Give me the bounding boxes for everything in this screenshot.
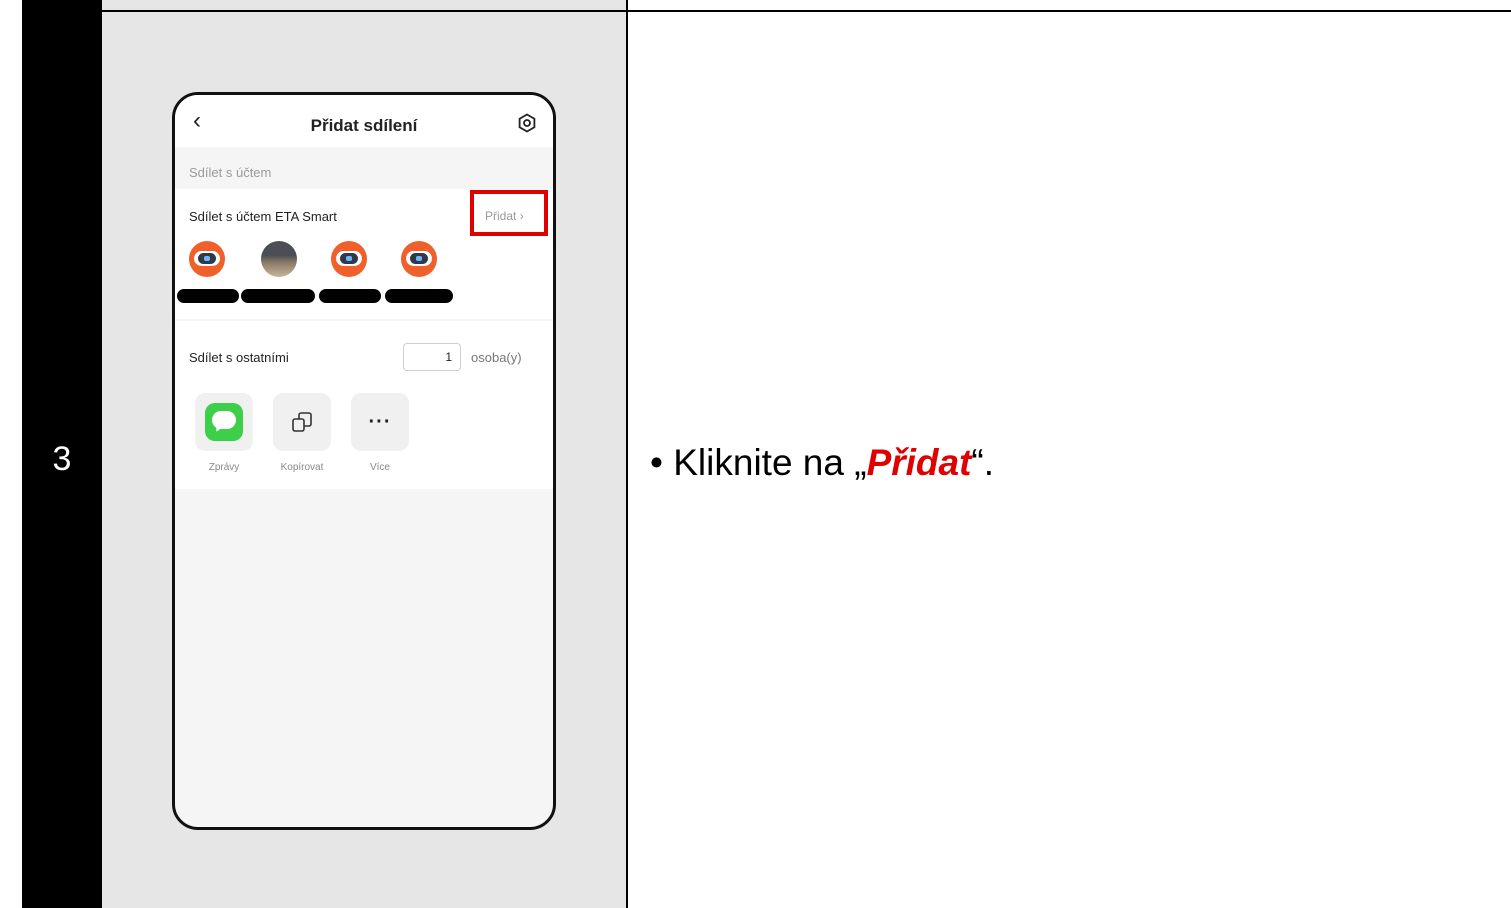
person-unit-label: osoba(y) bbox=[471, 350, 522, 365]
share-with-account-label: Sdílet s účtem ETA Smart bbox=[189, 209, 337, 224]
share-more-button[interactable]: ··· bbox=[351, 393, 409, 451]
share-with-others-card: Sdílet s ostatními 1 osoba(y) Zprávy Kop… bbox=[175, 321, 553, 489]
share-messages-button[interactable] bbox=[195, 393, 253, 451]
message-icon bbox=[205, 403, 243, 441]
avatar-robot-icon bbox=[401, 241, 437, 277]
bullet: • bbox=[650, 442, 663, 483]
redacted-name bbox=[319, 289, 381, 303]
instruction-suffix: “. bbox=[971, 442, 995, 483]
avatar-robot-icon bbox=[189, 241, 225, 277]
redacted-name bbox=[241, 289, 315, 303]
person-count-input[interactable]: 1 bbox=[403, 343, 461, 371]
share-option-label: Kopírovat bbox=[280, 462, 324, 473]
share-option-label: Více bbox=[369, 462, 390, 473]
redacted-name bbox=[177, 289, 239, 303]
instruction-emphasis: Přidat bbox=[866, 442, 972, 483]
share-with-others-label: Sdílet s ostatními bbox=[189, 350, 289, 365]
share-copy-button[interactable] bbox=[273, 393, 331, 451]
highlight-box bbox=[470, 190, 548, 236]
step-number-column: 3 bbox=[22, 0, 102, 908]
more-icon: ··· bbox=[368, 411, 392, 433]
step-number: 3 bbox=[52, 440, 72, 478]
nav-bar: ‹ Přidat sdílení bbox=[175, 95, 553, 147]
section-label: Sdílet s účtem bbox=[189, 165, 272, 180]
table-divider bbox=[102, 10, 1511, 12]
page-title: Přidat sdílení bbox=[310, 116, 418, 135]
redacted-name bbox=[385, 289, 453, 303]
share-option-label: Zprávy bbox=[208, 462, 240, 473]
avatar-robot-icon bbox=[331, 241, 367, 277]
avatar-photo bbox=[261, 241, 297, 277]
copy-icon bbox=[292, 412, 312, 432]
settings-icon[interactable] bbox=[517, 113, 537, 133]
instruction-text: • Kliknite na „Přidat“. bbox=[650, 442, 994, 484]
instruction-prefix: Kliknite na „ bbox=[673, 442, 867, 483]
